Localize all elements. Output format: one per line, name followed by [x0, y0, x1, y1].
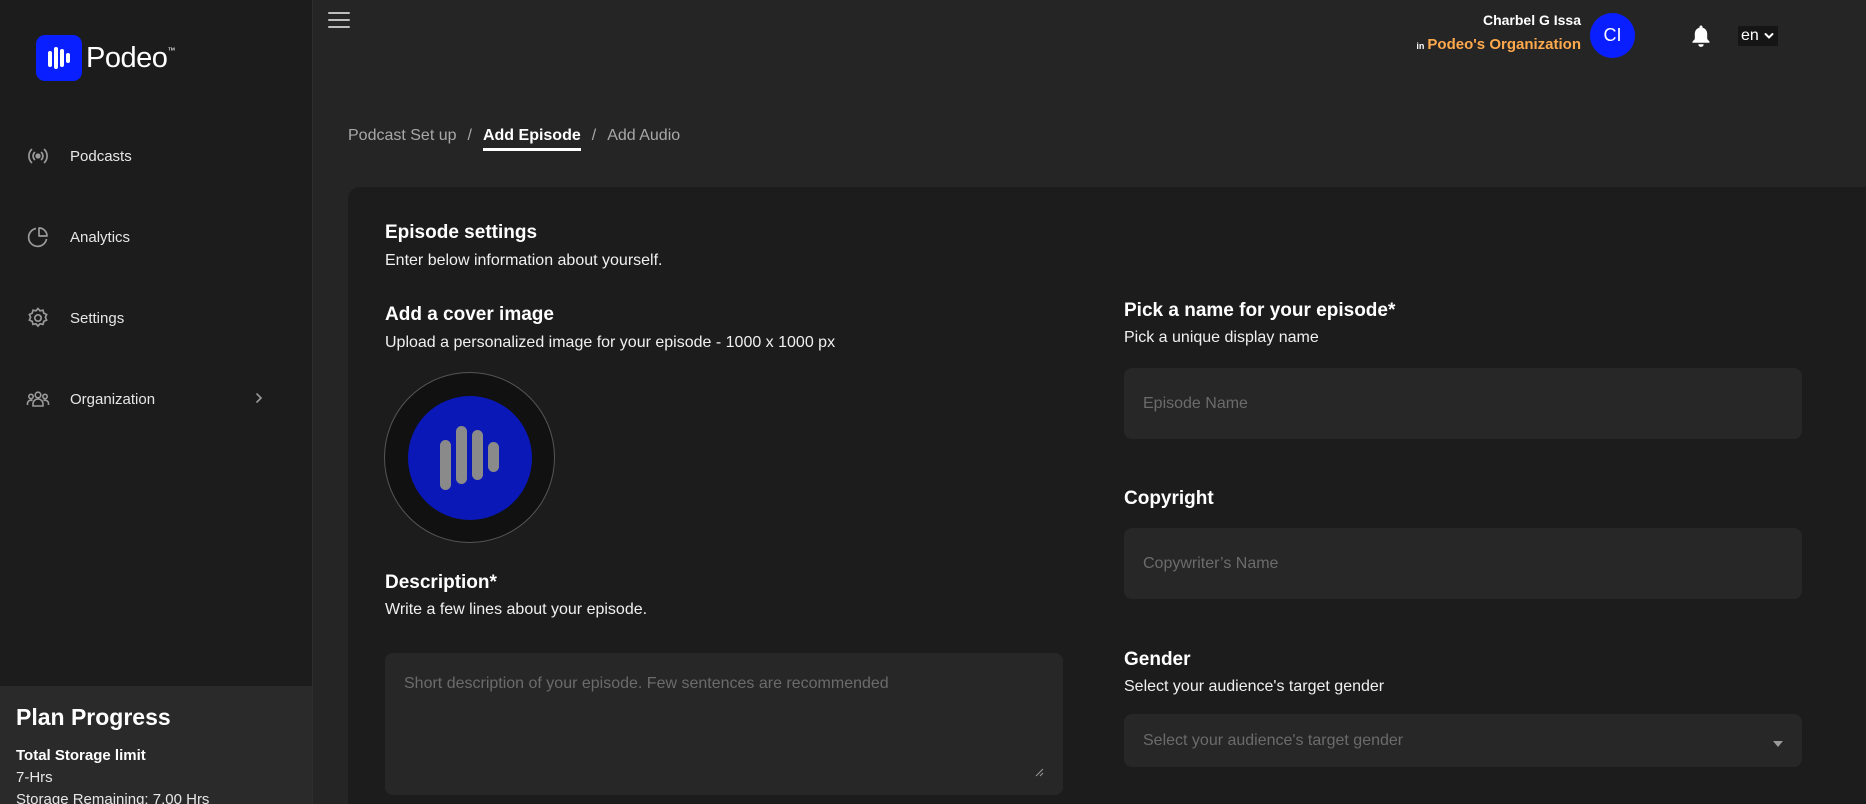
- broadcast-icon: [26, 144, 50, 168]
- breadcrumb-separator: /: [467, 127, 472, 144]
- menu-toggle-icon[interactable]: [328, 12, 350, 28]
- cover-image-upload[interactable]: [384, 372, 555, 543]
- sidebar-item-label: Podcasts: [70, 147, 132, 165]
- sidebar: Podeo™ Podcasts Analytics Settings Organ…: [0, 0, 313, 804]
- breadcrumb-podcast-setup[interactable]: Podcast Set up: [348, 127, 457, 145]
- user-info: Charbel G Issa in Podeo's Organization: [1416, 12, 1581, 53]
- pie-chart-icon: [26, 225, 50, 249]
- avatar[interactable]: CI: [1590, 13, 1635, 58]
- description-title: Description*: [385, 572, 497, 593]
- episode-name-title: Pick a name for your episode*: [1124, 300, 1396, 321]
- gender-title: Gender: [1124, 649, 1191, 670]
- user-name: Charbel G Issa: [1482, 12, 1581, 28]
- cover-image-preview: [407, 395, 532, 520]
- sidebar-item-settings[interactable]: Settings: [26, 303, 276, 333]
- copyright-title: Copyright: [1124, 488, 1214, 509]
- storage-limit-value: 7-Hrs: [16, 769, 53, 786]
- caret-down-icon[interactable]: [1772, 735, 1784, 753]
- section-title: Episode settings: [385, 222, 538, 243]
- breadcrumb: Podcast Set up / Add Episode / Add Audio: [348, 124, 680, 151]
- bell-icon[interactable]: [1690, 24, 1712, 53]
- language-select[interactable]: en: [1738, 26, 1778, 46]
- organization-name[interactable]: in Podeo's Organization: [1416, 36, 1581, 53]
- episode-name-input[interactable]: [1124, 368, 1802, 439]
- users-icon: [26, 387, 50, 411]
- description-textarea[interactable]: [385, 653, 1063, 795]
- gender-subtitle: Select your audience's target gender: [1124, 678, 1385, 695]
- podeo-logo-icon: [439, 425, 499, 490]
- cover-image-title: Add a cover image: [385, 304, 554, 325]
- sidebar-item-podcasts[interactable]: Podcasts: [26, 141, 276, 171]
- gender-select-placeholder: Select your audience's target gender: [1143, 731, 1404, 749]
- sidebar-item-label: Analytics: [70, 228, 131, 246]
- breadcrumb-add-episode[interactable]: Add Episode: [482, 127, 581, 151]
- breadcrumb-separator: /: [591, 127, 597, 144]
- podeo-logo-icon: [36, 35, 82, 81]
- gender-select[interactable]: Select your audience's target gender: [1124, 714, 1802, 767]
- cover-image-subtitle: Upload a personalized image for your epi…: [385, 334, 836, 351]
- breadcrumb-add-audio[interactable]: Add Audio: [607, 127, 680, 145]
- brand-name: Podeo™: [86, 41, 175, 74]
- storage-limit-label: Total Storage limit: [16, 747, 146, 764]
- chevron-down-icon: [1764, 33, 1774, 39]
- sidebar-item-organization[interactable]: Organization: [26, 384, 276, 414]
- sidebar-item-label: Settings: [70, 309, 125, 327]
- sidebar-item-label: Organization: [70, 390, 156, 408]
- description-subtitle: Write a few lines about your episode.: [385, 601, 648, 618]
- chevron-right-icon[interactable]: [252, 391, 266, 410]
- storage-remaining: Storage Remaining: 7.00 Hrs: [16, 791, 210, 804]
- plan-progress-panel: Plan Progress Total Storage limit 7-Hrs …: [0, 686, 312, 804]
- episode-name-subtitle: Pick a unique display name: [1124, 329, 1319, 346]
- resize-handle-icon[interactable]: [1034, 764, 1044, 782]
- section-subtitle: Enter below information about yourself.: [385, 252, 663, 269]
- podeo-logo[interactable]: Podeo™: [36, 35, 175, 81]
- copyright-input[interactable]: [1124, 528, 1802, 599]
- gear-icon: [26, 306, 50, 330]
- sidebar-item-analytics[interactable]: Analytics: [26, 222, 276, 252]
- plan-progress-title: Plan Progress: [16, 704, 171, 730]
